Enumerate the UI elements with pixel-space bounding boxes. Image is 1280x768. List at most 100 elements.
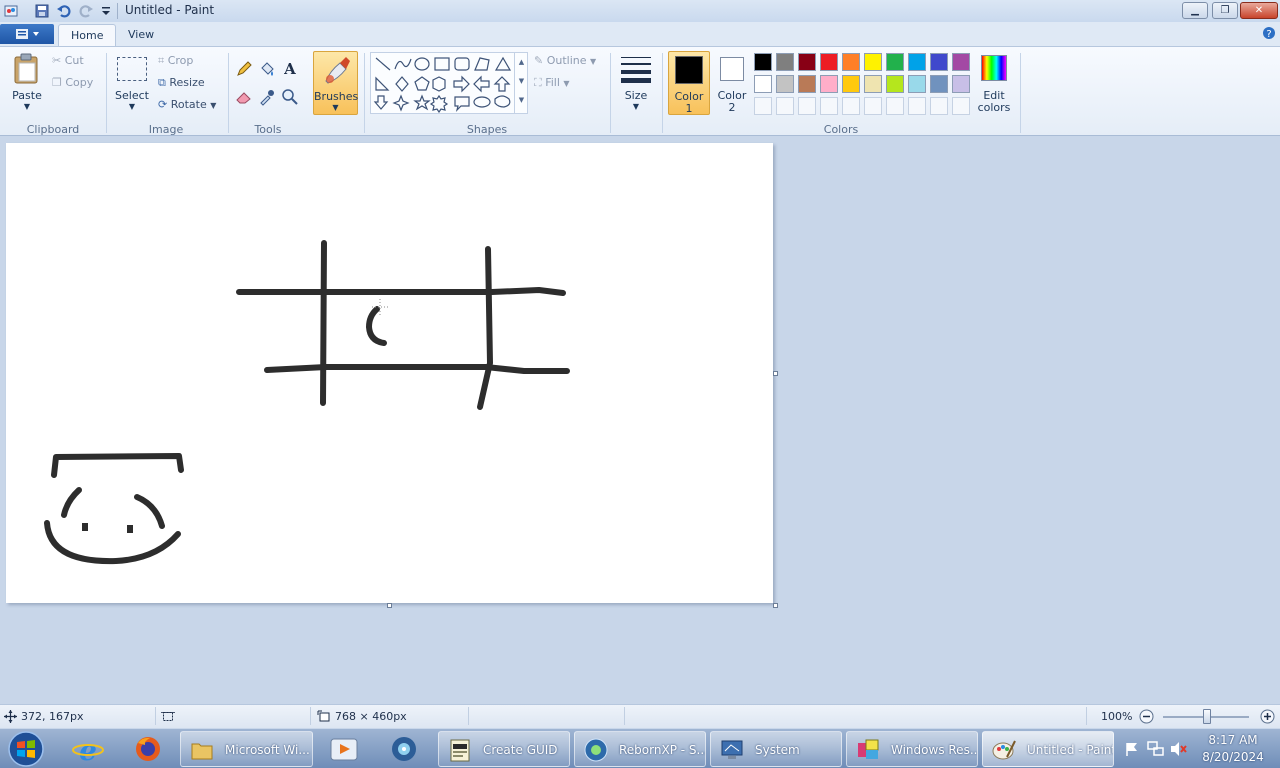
undo-icon[interactable] [56, 3, 72, 19]
size-button[interactable]: Size ▼ [616, 51, 656, 115]
volume-muted-icon[interactable] [1170, 741, 1188, 757]
paint-app-icon[interactable] [3, 3, 19, 19]
palette-custom-slot[interactable] [930, 97, 948, 115]
palette-swatch[interactable] [842, 53, 860, 71]
zoom-out-button[interactable] [1139, 709, 1154, 724]
palette-custom-slot[interactable] [776, 97, 794, 115]
help-icon[interactable]: ? [1262, 26, 1276, 40]
taskbar-item-create-guid[interactable]: Create GUID [438, 731, 570, 767]
pencil-tool[interactable] [234, 59, 254, 79]
palette-custom-slot[interactable] [952, 97, 970, 115]
text-tool[interactable]: A [280, 59, 300, 79]
taskbar-item-system[interactable]: System [710, 731, 842, 767]
network-icon[interactable] [1147, 741, 1165, 757]
brushes-button[interactable]: Brushes ▼ [313, 51, 358, 115]
clock-time[interactable]: 8:17 AM [1196, 733, 1270, 747]
shapes-scroll-up-icon[interactable]: ▲ [515, 53, 528, 72]
tab-home[interactable]: Home [58, 24, 117, 46]
palette-swatch[interactable] [908, 53, 926, 71]
fill-tool[interactable] [257, 59, 277, 79]
grid-stroke-horizontal-bottom [264, 364, 570, 374]
palette-swatch[interactable] [886, 75, 904, 93]
palette-swatch[interactable] [952, 75, 970, 93]
resize-handle-right[interactable] [773, 371, 778, 376]
palette-custom-slot[interactable] [842, 97, 860, 115]
cut-button[interactable]: ✂ Cut [52, 54, 84, 67]
palette-swatch[interactable] [776, 75, 794, 93]
taskbar-item-paint[interactable]: Untitled - Paint [982, 731, 1114, 767]
palette-swatch[interactable] [886, 53, 904, 71]
palette-swatch[interactable] [842, 75, 860, 93]
taskbar-item-label: Microsoft Wi... [225, 743, 310, 757]
action-center-flag-icon[interactable] [1124, 741, 1140, 757]
taskbar-item-rebornxp[interactable]: RebornXP - S... [574, 731, 706, 767]
firefox-icon[interactable] [130, 733, 166, 765]
select-button[interactable]: Select ▼ [112, 51, 152, 115]
colors-group-label: Colors [823, 123, 859, 136]
palette-swatch[interactable] [754, 53, 772, 71]
edit-colors-button[interactable]: Edit colors [976, 51, 1012, 115]
restore-button[interactable]: ❐ [1212, 2, 1238, 19]
palette-swatch[interactable] [908, 75, 926, 93]
fill-button[interactable]: ⛶ Fill ▼ [534, 76, 570, 90]
zoom-in-button[interactable] [1260, 709, 1275, 724]
paint-menu-button[interactable] [0, 24, 54, 44]
palette-swatch[interactable] [820, 75, 838, 93]
taskbar-item-windows-resources[interactable]: Windows Res... [846, 731, 978, 767]
outline-button[interactable]: ✎ Outline ▼ [534, 54, 596, 67]
zoom-slider-thumb[interactable] [1203, 709, 1211, 724]
palette-swatch[interactable] [952, 53, 970, 71]
tab-view[interactable]: View [116, 24, 166, 46]
palette-custom-slot[interactable] [820, 97, 838, 115]
rotate-button[interactable]: ⟳ Rotate ▼ [158, 98, 216, 111]
palette-custom-slot[interactable] [886, 97, 904, 115]
palette-swatch[interactable] [864, 53, 882, 71]
palette-custom-slot[interactable] [864, 97, 882, 115]
color-1-button[interactable]: Color 1 [668, 51, 710, 115]
copy-button[interactable]: ❐ Copy [52, 76, 93, 89]
palette-swatch[interactable] [820, 53, 838, 71]
palette-swatch[interactable] [798, 53, 816, 71]
shapes-scroll[interactable]: ▲ ▼ ▼ [514, 53, 528, 113]
minimize-icon: ▁ [1191, 5, 1199, 16]
taskbar-item-microsoft-windows[interactable]: Microsoft Wi... [180, 731, 313, 767]
paste-button[interactable]: Paste ▼ [6, 51, 48, 115]
save-icon[interactable] [34, 3, 50, 19]
color-2-button[interactable]: Color 2 [712, 51, 752, 115]
palette-swatch[interactable] [864, 75, 882, 93]
palette-custom-slot[interactable] [798, 97, 816, 115]
disk-utility-icon[interactable] [386, 733, 422, 765]
rotate-dropdown-icon: ▼ [210, 101, 217, 110]
resize-handle-corner[interactable] [773, 603, 778, 608]
crop-button[interactable]: ⌗ Crop [158, 54, 193, 68]
drawing-canvas[interactable] [6, 143, 773, 603]
restore-icon: ❐ [1220, 5, 1230, 16]
paste-dropdown-icon: ▼ [23, 102, 31, 111]
palette-swatch[interactable] [798, 75, 816, 93]
customize-toolbar-chevron-icon[interactable] [98, 3, 114, 19]
color-picker-tool[interactable] [257, 87, 277, 107]
resize-button[interactable]: ⧉ Resize [158, 76, 205, 90]
resize-handle-bottom[interactable] [387, 603, 392, 608]
shapes-expand-icon[interactable]: ▼ [515, 91, 528, 110]
magnifier-tool[interactable] [280, 87, 300, 107]
palette-custom-slot[interactable] [908, 97, 926, 115]
close-button[interactable]: ✕ [1240, 2, 1278, 19]
start-button[interactable] [6, 730, 46, 768]
palette-custom-slot[interactable] [754, 97, 772, 115]
create-guid-icon [450, 739, 470, 762]
shapes-gallery-icons [373, 56, 512, 113]
palette-swatch[interactable] [754, 75, 772, 93]
eraser-tool[interactable] [234, 87, 254, 107]
canvas-size-icon [317, 710, 330, 722]
palette-swatch[interactable] [930, 53, 948, 71]
redo-icon[interactable] [78, 3, 94, 19]
minimize-button[interactable]: ▁ [1182, 2, 1208, 19]
clock-date[interactable]: 8/20/2024 [1196, 750, 1270, 764]
media-player-icon[interactable] [326, 733, 362, 765]
shapes-scroll-down-icon[interactable]: ▼ [515, 72, 528, 91]
palette-swatch[interactable] [930, 75, 948, 93]
palette-swatch[interactable] [776, 53, 794, 71]
paste-label: Paste [12, 89, 42, 102]
internet-explorer-icon[interactable]: e [70, 733, 106, 765]
